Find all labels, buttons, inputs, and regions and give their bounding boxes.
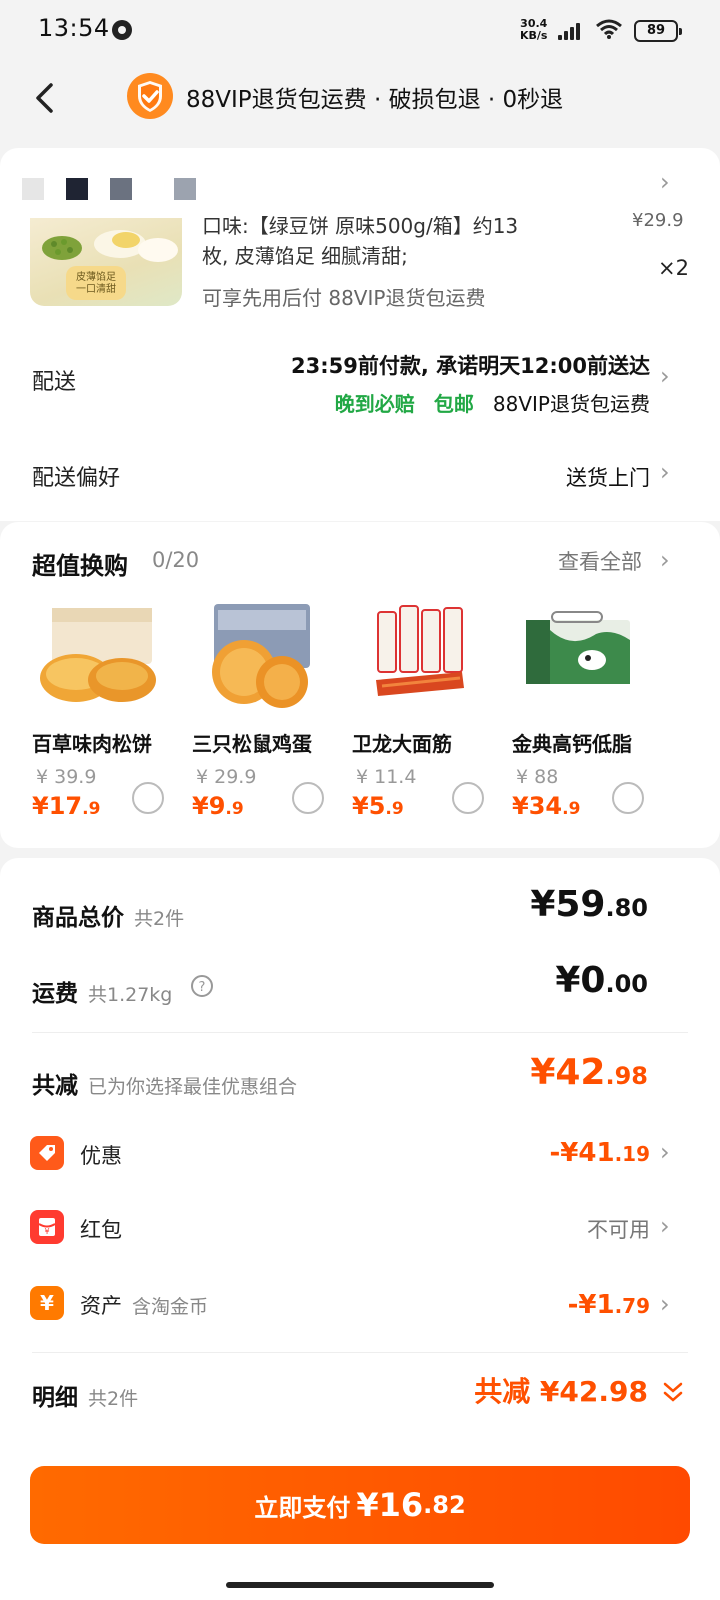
asset-value[interactable]: -¥1.79	[568, 1290, 650, 1320]
red-packet-icon: ¥	[30, 1210, 64, 1244]
goods-total-value: ¥59.80	[530, 884, 648, 925]
reduce-label: 共减 已为你选择最佳优惠组合	[32, 1073, 298, 1099]
detail-value[interactable]: 共减 ¥42.98	[474, 1370, 648, 1410]
red-packet-chevron-icon[interactable]: ›	[660, 1212, 670, 1240]
see-all-chevron-icon[interactable]: ›	[660, 546, 670, 574]
divider	[32, 1032, 688, 1033]
swap-title: 超值换购	[32, 552, 128, 580]
wifi-icon	[596, 19, 622, 39]
product-desc-line2: 枚, 皮薄馅足 细腻清甜;	[202, 244, 408, 268]
vip-return-tag: 88VIP退货包运费	[492, 392, 650, 416]
notification-icon	[112, 20, 132, 40]
shop-chevron-icon[interactable]: ›	[660, 168, 670, 196]
chevron-left-icon	[36, 83, 53, 113]
coupon-icon	[30, 1136, 64, 1170]
discount-value[interactable]: -¥41.19	[549, 1138, 650, 1168]
delivery-pref-value[interactable]: 送货上门	[566, 462, 650, 492]
meat-floss-cake-image	[40, 608, 156, 702]
swap-item-name: 三只松鼠鸡蛋	[192, 732, 312, 756]
delivery-promise[interactable]: 23:59前付款, 承诺明天12:00前送达	[291, 350, 650, 380]
pay-now-button[interactable]: 立即支付 ¥16.82	[30, 1466, 690, 1544]
reduce-value: ¥42.98	[530, 1052, 648, 1093]
swap-item-radio[interactable]	[292, 782, 324, 814]
delivery-label: 配送	[32, 370, 77, 395]
swap-item-orig-price: ¥ 29.9	[196, 766, 257, 788]
divider	[32, 1352, 688, 1353]
delivery-pref-label: 配送偏好	[32, 466, 121, 491]
product-image[interactable]: 皮薄馅足 一口清甜	[30, 218, 182, 306]
svg-text:¥: ¥	[44, 1227, 49, 1236]
product-benefit: 可享先用后付 88VIP退货包运费	[202, 286, 486, 310]
product-desc-line1: 口味:【绿豆饼 原味500g/箱】约13	[202, 214, 519, 238]
red-packet-label: 红包	[80, 1218, 122, 1242]
see-all-link[interactable]: 查看全部	[558, 546, 642, 576]
discount-label: 优惠	[80, 1144, 122, 1168]
product-quantity: ×2	[658, 256, 689, 280]
back-button[interactable]	[22, 76, 66, 120]
swap-item-orig-price: ¥ 11.4	[356, 766, 417, 788]
free-shipping-tag: 包邮	[433, 392, 474, 416]
swap-item-name: 百草味肉松饼	[32, 732, 152, 756]
red-packet-value[interactable]: 不可用	[587, 1214, 650, 1244]
milk-box-image	[526, 611, 630, 684]
swap-item-name: 金典高钙低脂	[512, 732, 632, 756]
swap-item-sale-price: ¥34.9	[512, 792, 581, 820]
swap-item-orig-price: ¥ 88	[516, 766, 559, 788]
swap-item-orig-price: ¥ 39.9	[36, 766, 97, 788]
status-time: 13:54	[38, 14, 110, 42]
swap-item-radio[interactable]	[452, 782, 484, 814]
product-price: ¥29.9	[632, 210, 684, 231]
goods-total-label: 商品总价 共2件	[32, 905, 185, 931]
egg-cake-image	[212, 604, 310, 708]
swap-count: 0/20	[152, 548, 200, 572]
battery-icon: 89	[634, 20, 682, 42]
pref-chevron-icon[interactable]: ›	[660, 458, 670, 486]
double-chevron-down-icon[interactable]	[662, 1380, 684, 1406]
signal-icon	[558, 22, 588, 40]
home-indicator[interactable]	[226, 1582, 494, 1588]
shield-check-icon	[127, 73, 173, 119]
swap-item-name: 卫龙大面筋	[352, 732, 452, 756]
page-title: 88VIP退货包运费 · 破损包退 · 0秒退	[186, 87, 564, 113]
asset-coin-icon: ¥	[30, 1286, 64, 1320]
product-image-tag: 皮薄馅足 一口清甜	[76, 272, 116, 295]
shipping-label: 运费 共1.27kg	[32, 981, 173, 1007]
swap-scroll-fade	[672, 600, 720, 830]
status-bar: 13:54 30.4 KB/s 89	[0, 0, 720, 60]
swap-item-radio[interactable]	[132, 782, 164, 814]
swap-item-radio[interactable]	[612, 782, 644, 814]
help-icon[interactable]: ?	[190, 974, 214, 998]
svg-text:?: ?	[199, 980, 206, 995]
discount-chevron-icon[interactable]: ›	[660, 1138, 670, 1166]
shipping-value: ¥0.00	[555, 960, 648, 1001]
header: 88VIP退货包运费 · 破损包退 · 0秒退	[0, 60, 720, 144]
swap-item-sale-price: ¥9.9	[192, 792, 244, 820]
asset-chevron-icon[interactable]: ›	[660, 1290, 670, 1318]
delivery-chevron-icon[interactable]: ›	[660, 362, 670, 390]
swap-item-sale-price: ¥17.9	[32, 792, 101, 820]
swap-item-sale-price: ¥5.9	[352, 792, 404, 820]
late-compensation-tag: 晚到必赔	[334, 392, 415, 416]
detail-label: 明细 共2件	[32, 1385, 139, 1411]
network-speed: 30.4 KB/s	[520, 17, 548, 42]
asset-label: 资产 含淘金币	[80, 1294, 209, 1318]
spicy-gluten-image	[376, 605, 464, 696]
delivery-tags[interactable]: 晚到必赔 包邮 88VIP退货包运费	[335, 388, 650, 417]
